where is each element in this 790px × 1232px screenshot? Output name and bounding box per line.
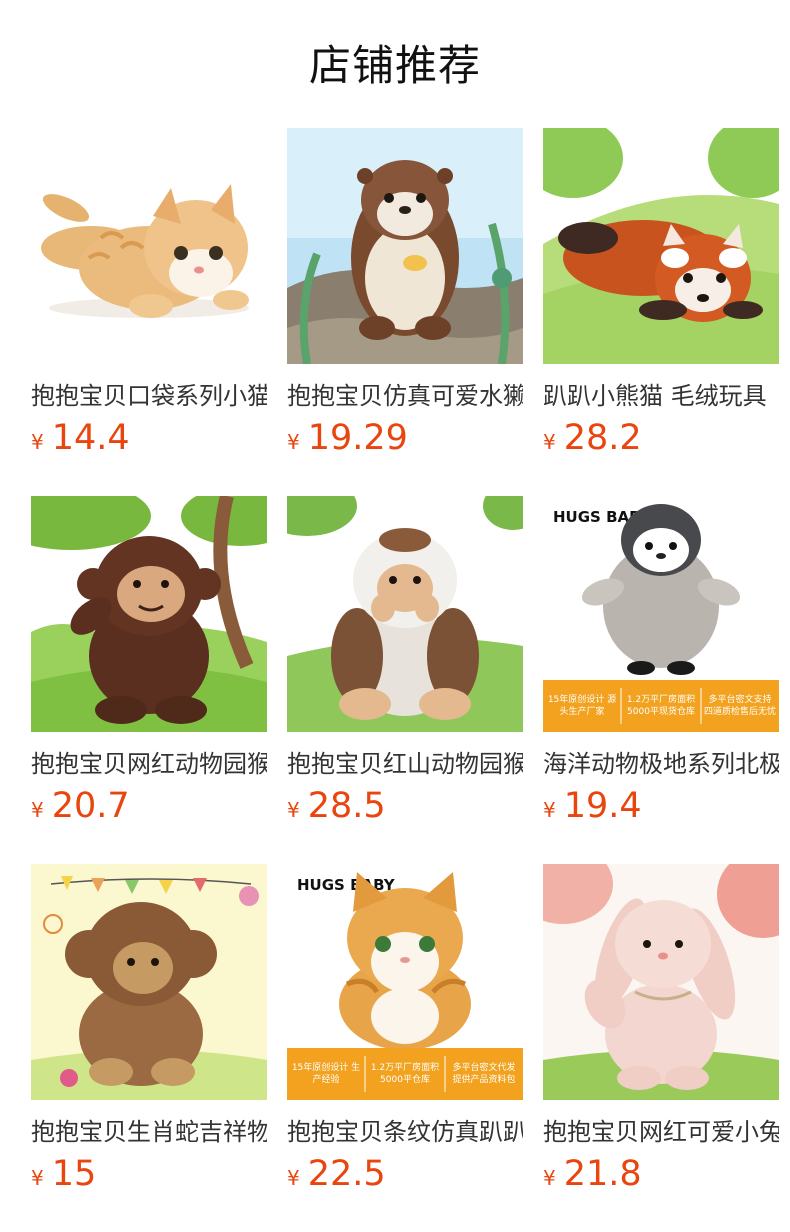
- banner-text-2: 1.2万平厂房面积 5000平仓库: [370, 1063, 440, 1085]
- product-name[interactable]: 抱抱宝贝红山动物园猴: [287, 748, 523, 780]
- currency-symbol: ¥: [31, 798, 44, 822]
- product-price: ¥ 28.2: [543, 418, 642, 458]
- brand-logo: HUGS BABY: [297, 876, 396, 894]
- product-price: ¥ 20.7: [31, 786, 130, 826]
- product-name[interactable]: 抱抱宝贝仿真可爱水獭: [287, 380, 523, 412]
- banner-text-1: 15年原创设计 源头生产厂家: [547, 695, 617, 717]
- product-price: ¥ 15: [31, 1154, 96, 1194]
- product-name[interactable]: 抱抱宝贝口袋系列小猫: [31, 380, 267, 412]
- product-price: ¥ 28.5: [287, 786, 386, 826]
- macaque-plush-icon[interactable]: [287, 496, 523, 732]
- store-recommendations-page: 店铺推荐 抱抱宝贝口袋系列小猫 ¥ 14.4 抱抱宝贝仿真可爱水獭 ¥ 19.2…: [0, 0, 790, 1232]
- currency-symbol: ¥: [543, 798, 556, 822]
- price-value: 22.5: [307, 1154, 386, 1194]
- product-price: ¥ 14.4: [31, 418, 130, 458]
- section-title: 店铺推荐: [308, 41, 481, 90]
- banner-text-3: 多平台密文支持 四道质检售后无忧: [703, 695, 776, 717]
- product-name[interactable]: 抱抱宝贝网红可爱小兔: [543, 1116, 779, 1148]
- price-value: 28.2: [563, 418, 642, 458]
- banner-text-3: 多平台密文代发 提供产品资料包: [452, 1063, 516, 1085]
- currency-symbol: ¥: [31, 430, 44, 454]
- price-value: 15: [51, 1154, 97, 1194]
- price-value: 19.4: [563, 786, 642, 826]
- product-card[interactable]: 抱抱宝贝网红可爱小兔 ¥ 21.8: [543, 864, 779, 1232]
- product-name[interactable]: 抱抱宝贝条纹仿真趴趴: [287, 1116, 523, 1148]
- banner-text-1: 15年原创设计 生产经验: [291, 1063, 361, 1085]
- pink-bunny-plush-icon[interactable]: [543, 864, 779, 1100]
- penguin-plush-icon[interactable]: HUGS BABY 15年原创设计 源头生产厂家 1.2万平厂房面积 5000平…: [543, 496, 779, 732]
- currency-symbol: ¥: [543, 1166, 556, 1190]
- product-name[interactable]: 趴趴小熊猫 毛绒玩具: [543, 380, 779, 412]
- price-value: 20.7: [51, 786, 130, 826]
- product-name[interactable]: 抱抱宝贝网红动物园猴: [31, 748, 267, 780]
- currency-symbol: ¥: [287, 430, 300, 454]
- product-card[interactable]: 抱抱宝贝红山动物园猴 ¥ 28.5: [287, 496, 523, 864]
- currency-symbol: ¥: [287, 1166, 300, 1190]
- product-card[interactable]: 抱抱宝贝仿真可爱水獭 ¥ 19.29: [287, 128, 523, 496]
- red-panda-plush-icon[interactable]: [543, 128, 779, 364]
- brown-monkey-plush-icon[interactable]: [31, 496, 267, 732]
- product-price: ¥ 19.29: [287, 418, 408, 458]
- otter-plush-icon[interactable]: [287, 128, 523, 364]
- currency-symbol: ¥: [287, 798, 300, 822]
- banner-text-2: 1.2万平厂房面积 5000平现货仓库: [626, 695, 696, 717]
- price-value: 28.5: [307, 786, 386, 826]
- product-name[interactable]: 抱抱宝贝生肖蛇吉祥物: [31, 1116, 267, 1148]
- currency-symbol: ¥: [31, 1166, 44, 1190]
- product-grid: 抱抱宝贝口袋系列小猫 ¥ 14.4 抱抱宝贝仿真可爱水獭 ¥ 19.29 趴趴小…: [31, 128, 779, 1232]
- price-value: 19.29: [307, 418, 408, 458]
- product-price: ¥ 22.5: [287, 1154, 386, 1194]
- product-name[interactable]: 海洋动物极地系列北极: [543, 748, 779, 780]
- currency-symbol: ¥: [543, 430, 556, 454]
- teddy-monkey-plush-icon[interactable]: [31, 864, 267, 1100]
- orange-tabby-cat-plush-icon[interactable]: [31, 128, 267, 364]
- product-card[interactable]: 趴趴小熊猫 毛绒玩具 ¥ 28.2: [543, 128, 779, 496]
- price-value: 14.4: [51, 418, 130, 458]
- product-price: ¥ 21.8: [543, 1154, 642, 1194]
- product-card[interactable]: 抱抱宝贝生肖蛇吉祥物 ¥ 15: [31, 864, 267, 1232]
- product-card[interactable]: HUGS BABY 15年原创设计 源头生产厂家 1.2万平厂房面积 5000平…: [543, 496, 779, 864]
- product-card[interactable]: HUGS BABY 15年原创设计 生产经验 1.2万平厂房面积 5000平仓库…: [287, 864, 523, 1232]
- product-card[interactable]: 抱抱宝贝网红动物园猴 ¥ 20.7: [31, 496, 267, 864]
- sitting-cat-plush-icon[interactable]: HUGS BABY 15年原创设计 生产经验 1.2万平厂房面积 5000平仓库…: [287, 864, 523, 1100]
- price-value: 21.8: [563, 1154, 642, 1194]
- product-card[interactable]: 抱抱宝贝口袋系列小猫 ¥ 14.4: [31, 128, 267, 496]
- product-price: ¥ 19.4: [543, 786, 642, 826]
